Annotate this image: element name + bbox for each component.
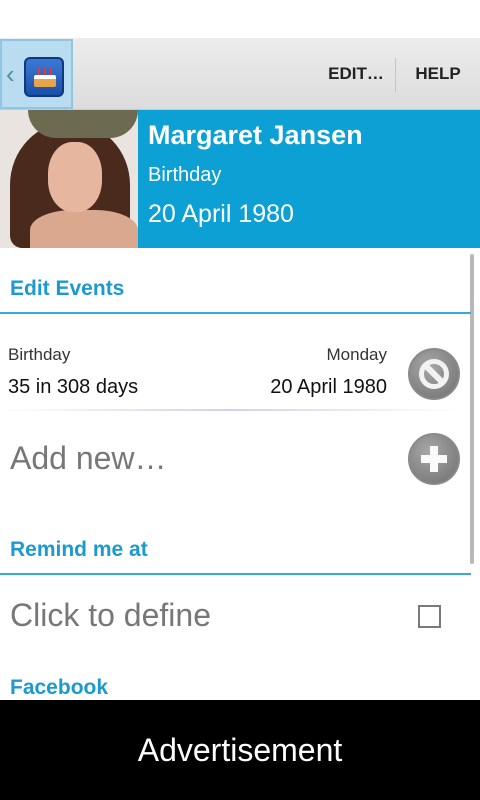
remind-title: Remind me at	[10, 538, 148, 561]
event-countdown: 35 in 308 days	[8, 376, 139, 398]
scrollbar[interactable]	[470, 254, 474, 564]
event-weekday: Monday	[326, 345, 387, 364]
edit-button[interactable]: EDIT…	[318, 38, 394, 110]
event-date: 20 April 1980	[270, 376, 387, 398]
photo-face	[48, 142, 102, 212]
status-bar	[0, 0, 480, 38]
plus-vertical	[430, 446, 438, 472]
candle-shape	[38, 67, 40, 75]
add-icon[interactable]	[408, 433, 460, 485]
remind-divider	[0, 573, 471, 575]
help-button[interactable]: HELP	[400, 38, 476, 110]
edit-events-divider	[0, 312, 471, 314]
contact-name: Margaret Jansen	[148, 120, 363, 150]
content-scroll[interactable]: Edit Events Birthday Monday 35 in 308 da…	[0, 248, 480, 700]
event-type: Birthday	[8, 345, 71, 364]
cake-app-icon	[24, 57, 64, 97]
photo-shoulder	[30, 210, 138, 248]
up-button[interactable]: ‹	[0, 39, 73, 109]
add-new-event[interactable]: Add new…	[10, 440, 167, 477]
action-bar-divider	[395, 58, 396, 92]
contact-header: Margaret Jansen Birthday 20 April 1980	[0, 110, 480, 248]
facebook-title: Facebook	[10, 676, 109, 699]
remind-checkbox[interactable]	[418, 605, 441, 628]
remind-define[interactable]: Click to define	[10, 597, 211, 634]
action-bar: ‹ EDIT… HELP	[0, 38, 480, 110]
candle-shape	[50, 67, 52, 75]
event-divider	[0, 409, 460, 411]
delete-icon[interactable]	[408, 348, 460, 400]
chevron-left-icon: ‹	[6, 59, 15, 89]
candle-shape	[44, 67, 46, 75]
edit-events-title: Edit Events	[10, 277, 125, 300]
advertisement-banner[interactable]: Advertisement	[0, 700, 480, 800]
cake-shape	[34, 75, 56, 87]
contact-photo[interactable]	[0, 110, 138, 248]
contact-date: 20 April 1980	[148, 200, 294, 228]
photo-hat	[28, 110, 138, 138]
contact-event-type: Birthday	[148, 164, 222, 186]
